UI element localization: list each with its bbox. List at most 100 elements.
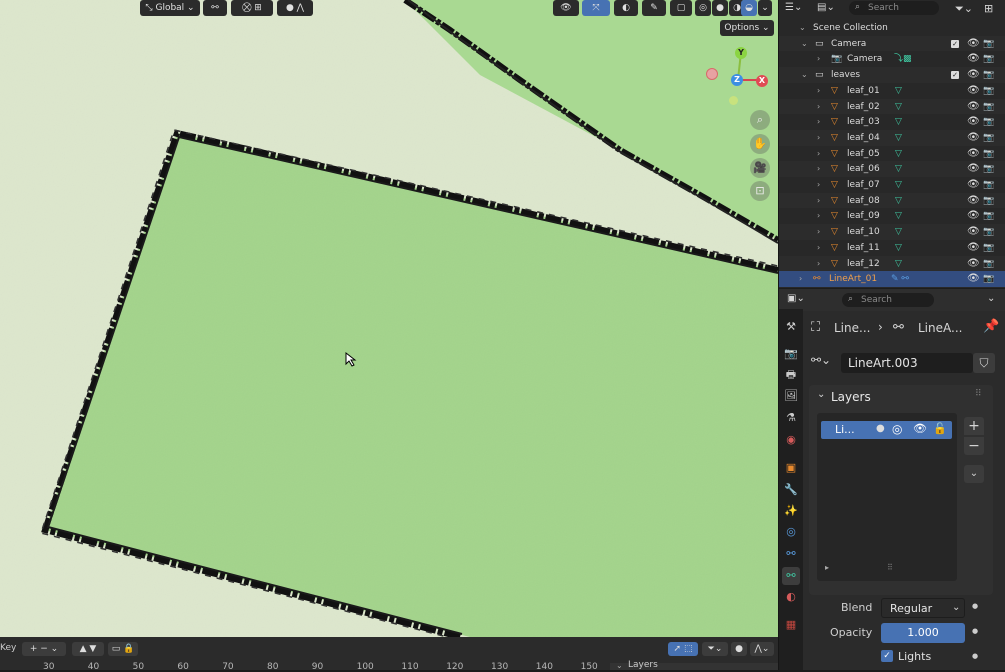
outliner-row-leaf[interactable]: › ▽ leaf_10 ▽ 👁 📷 [779, 224, 1005, 240]
outliner-search-input[interactable]: ⌕ Search [849, 1, 939, 15]
lock-icon[interactable]: 🔓 [933, 422, 947, 435]
gizmo-toggle[interactable]: ⤧ [582, 0, 610, 16]
xray-toggle[interactable]: ▢ [670, 0, 692, 16]
render-camera-icon[interactable]: 📷 [983, 224, 994, 240]
drag-handle-icon[interactable]: ⠿ [975, 389, 982, 399]
object-data-icon[interactable]: ▽ [895, 130, 902, 146]
chevron-right-icon[interactable]: › [817, 240, 820, 256]
display-mode-dropdown[interactable]: ▤⌄ [817, 2, 841, 16]
output-tab-icon[interactable]: 🖶 [782, 366, 800, 384]
pivot-dropdown[interactable]: ⚯ [203, 0, 227, 16]
select-tool[interactable]: ➚ ⬚ [668, 642, 698, 656]
outliner-row-leaf[interactable]: › ▽ leaf_09 ▽ 👁 📷 [779, 208, 1005, 224]
render-camera-icon[interactable]: 📷 [983, 146, 994, 162]
outliner-row-leaf[interactable]: › ▽ leaf_08 ▽ 👁 📷 [779, 192, 1005, 209]
chevron-right-icon[interactable]: › [817, 51, 820, 67]
layers-list[interactable]: Li... ● ◎ 👁 🔓 ▸ ⠿ [817, 413, 957, 581]
keyframe-dot-icon[interactable]: ● [972, 652, 978, 660]
neg-x-axis-ball[interactable] [706, 68, 718, 80]
chevron-right-icon[interactable]: › [817, 208, 820, 224]
outliner-row-leaf[interactable]: › ▽ leaf_12 ▽ 👁 📷 [779, 255, 1005, 272]
options-dropdown[interactable]: ⌄ [987, 293, 995, 304]
add-layer-button[interactable]: + [964, 417, 984, 435]
render-camera-icon[interactable]: 📷 [983, 67, 994, 83]
properties-search-input[interactable]: ⌕ Search [842, 293, 934, 307]
object-data-icon[interactable]: ▽ [895, 193, 902, 209]
shading-solid[interactable]: ● [712, 0, 728, 16]
chevron-right-icon[interactable]: › [817, 114, 820, 130]
render-camera-icon[interactable]: 📷 [983, 130, 994, 146]
scene-tab-icon[interactable]: ⚗ [782, 409, 800, 427]
mask-toggle[interactable]: ✎ [642, 0, 666, 16]
resize-handle-icon[interactable]: ⠿ [887, 563, 893, 572]
outliner-row-leaves-collection[interactable]: ⌄ ▭ leaves ✓ 👁 📷 [779, 67, 1005, 83]
y-axis-ball[interactable]: Y [735, 47, 747, 59]
viewport-canvas[interactable] [0, 0, 778, 637]
render-camera-icon[interactable]: 📷 [983, 208, 994, 224]
expand-triangle-icon[interactable]: ▸ [825, 563, 829, 572]
x-axis-ball[interactable]: X [756, 75, 768, 87]
keying-set-controls[interactable]: + − ⌄ [22, 642, 66, 656]
render-camera-icon[interactable]: 📷 [983, 83, 994, 99]
object-data-icon[interactable]: ▽ [895, 256, 902, 272]
object-data-icon[interactable]: ⤵▩ [894, 51, 912, 67]
object-data-icon[interactable]: ▽ [895, 114, 902, 130]
eye-icon[interactable]: 👁 [967, 130, 980, 146]
eye-icon[interactable]: 👁 [967, 271, 980, 287]
eye-icon[interactable]: 👁 [913, 422, 927, 435]
3d-viewport[interactable]: ⤡ Global ⌄ ⚯ ⛒ ⊞ ● ⋀ 👁 ⤧ ◐ ✎ ▢ ◎ ● ◑ ◒ ⌄… [0, 0, 778, 637]
overlay-toggle[interactable]: ◐ [614, 0, 638, 16]
editor-type-dropdown[interactable]: ☰⌄ [785, 2, 815, 16]
lights-checkbox[interactable]: ✓ [881, 650, 893, 662]
outliner-row-leaf[interactable]: › ▽ leaf_03 ▽ 👁 📷 [779, 114, 1005, 130]
exclude-checkbox[interactable]: ✓ [951, 71, 959, 80]
chevron-down-icon[interactable]: ⌄ [799, 20, 806, 36]
layer-item[interactable]: Li... ● ◎ 👁 🔓 [821, 421, 952, 439]
data-tab-icon[interactable]: ⚯ [782, 567, 800, 585]
object-tab-icon[interactable]: ▣ [782, 459, 800, 477]
chevron-right-icon[interactable]: › [817, 146, 820, 162]
render-camera-icon[interactable]: 📷 [983, 193, 994, 209]
world-tab-icon[interactable]: ◉ [782, 431, 800, 449]
render-camera-icon[interactable]: 📷 [983, 177, 994, 193]
layers-region-header[interactable]: ⌄ Layers [610, 660, 778, 670]
render-camera-icon[interactable]: 📷 [983, 161, 994, 177]
object-data-icon[interactable]: ▽ [895, 83, 902, 99]
object-data-icon[interactable]: ▽ [895, 146, 902, 162]
outliner-row-leaf[interactable]: › ▽ leaf_11 ▽ 👁 📷 [779, 240, 1005, 256]
pin-icon[interactable]: 📌 [983, 319, 999, 334]
outliner-row-leaf[interactable]: › ▽ leaf_06 ▽ 👁 📷 [779, 161, 1005, 177]
keyframe-dot-icon[interactable]: ● [972, 627, 978, 635]
datablock-name-field[interactable]: LineArt.003 [841, 353, 973, 373]
physics-tab-icon[interactable]: ◎ [782, 523, 800, 541]
chevron-right-icon[interactable]: › [817, 161, 820, 177]
chevron-right-icon[interactable]: › [817, 130, 820, 146]
outliner-row-scene-collection[interactable]: ⌄ Scene Collection [779, 20, 1005, 36]
outliner-row-leaf[interactable]: › ▽ leaf_01 ▽ 👁 📷 [779, 83, 1005, 99]
object-data-icon[interactable]: ▽ [895, 177, 902, 193]
effects-tab-icon[interactable]: ✨ [782, 502, 800, 520]
navigation-gizmo[interactable]: Y Z X [700, 42, 778, 112]
chevron-right-icon[interactable]: › [817, 256, 820, 272]
shading-rendered[interactable]: ◒ [741, 0, 757, 16]
modifiers-tab-icon[interactable]: 🔧 [782, 481, 800, 499]
transform-orientation-dropdown[interactable]: ⤡ Global ⌄ [140, 0, 200, 16]
eye-icon[interactable]: 👁 [967, 161, 980, 177]
view-layer-tab-icon[interactable]: 🖼 [782, 387, 800, 405]
onion-skin-icon[interactable]: ◎ [892, 422, 902, 436]
outliner-row-leaf[interactable]: › ▽ leaf_04 ▽ 👁 📷 [779, 129, 1005, 146]
exclude-checkbox[interactable]: ✓ [951, 39, 959, 48]
outliner-row-leaf[interactable]: › ▽ leaf_05 ▽ 👁 📷 [779, 146, 1005, 162]
texture-tab-icon[interactable]: ▦ [782, 616, 800, 634]
keyframe-dot-icon[interactable]: ● [972, 602, 978, 610]
view-lock-buttons[interactable]: ▭ 🔒 [108, 642, 138, 656]
chevron-right-icon[interactable]: › [817, 99, 820, 115]
tool-tab-icon[interactable]: ⚒ [782, 318, 800, 336]
layers-panel-header[interactable]: ⌄ Layers ⠿ [809, 385, 993, 407]
render-camera-icon[interactable]: 📷 [983, 99, 994, 115]
keyframe-nav[interactable]: ▲ ▼ [72, 642, 104, 656]
lock-view-icon[interactable]: ⊡ [750, 181, 770, 201]
dot-icon[interactable]: ● [876, 423, 885, 434]
render-camera-icon[interactable]: 📷 [983, 271, 994, 287]
outliner-row-camera-collection[interactable]: ⌄ ▭ Camera ✓ 👁 📷 [779, 35, 1005, 52]
